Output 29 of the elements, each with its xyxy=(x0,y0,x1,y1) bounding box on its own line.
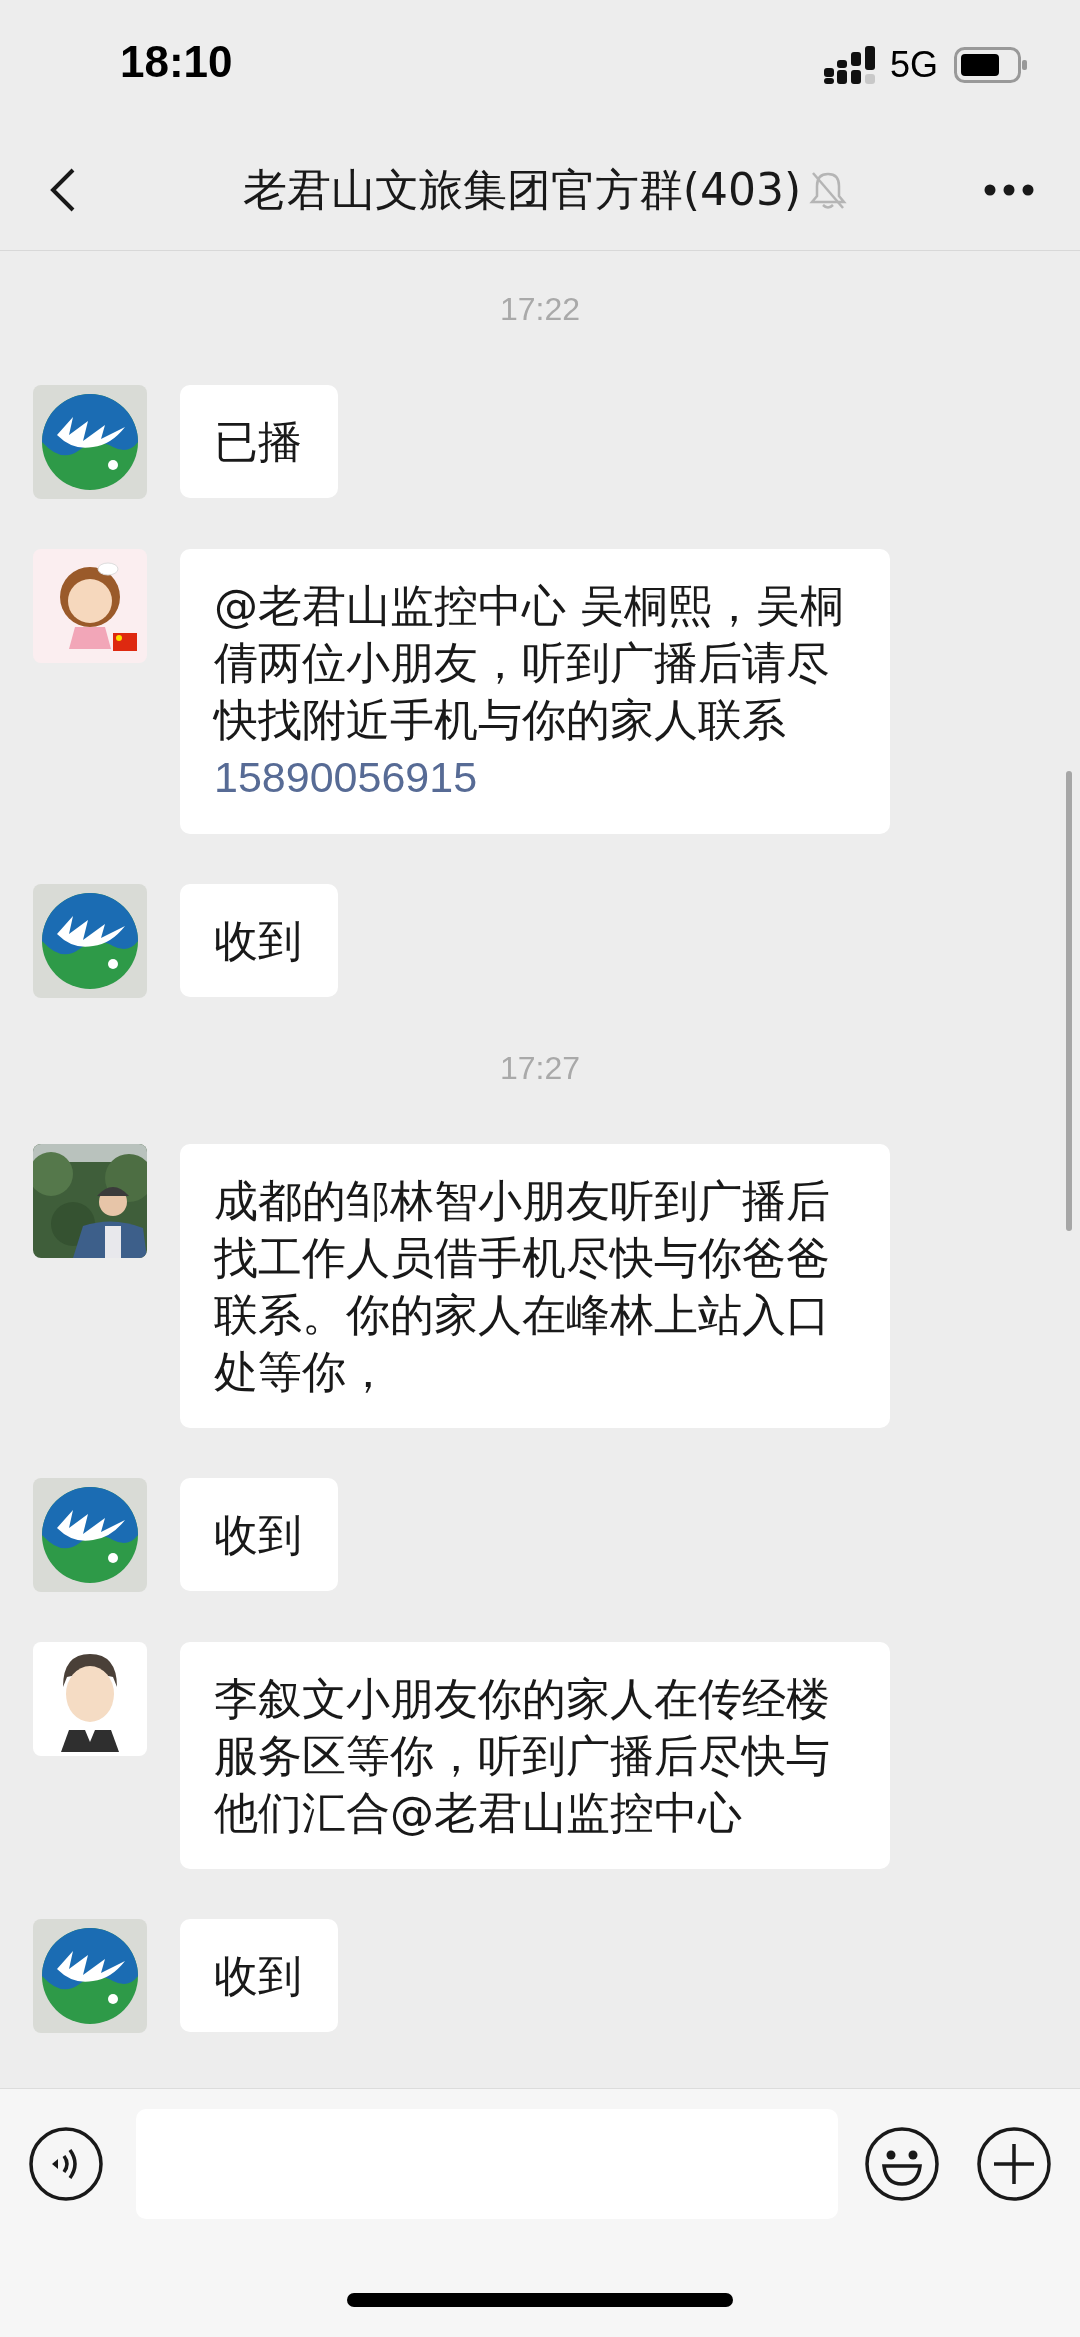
back-icon xyxy=(50,167,76,213)
more-icon xyxy=(984,184,1034,196)
battery-icon xyxy=(954,47,1028,83)
logo-icon xyxy=(33,1919,147,2033)
plus-icon xyxy=(976,2126,1052,2202)
voice-button[interactable] xyxy=(28,2126,104,2202)
logo-icon xyxy=(33,1478,147,1592)
timestamp: 17:27 xyxy=(499,1049,581,1088)
timestamp: 17:22 xyxy=(499,290,581,329)
message-bubble: 李叙文小朋友你的家人在传经楼服务区等你，听到广播后尽快与他们汇合@老君山监控中心 xyxy=(180,1642,890,1869)
message-bubble: 已播 xyxy=(180,385,338,498)
emoji-button[interactable] xyxy=(864,2126,940,2202)
logo-icon xyxy=(33,385,147,499)
message-bubble: @老君山监控中心 吴桐熙，吴桐倩两位小朋友，听到广播后请尽快找附近手机与你的家人联系 15890056915 xyxy=(180,549,890,834)
voice-icon xyxy=(28,2126,104,2202)
status-time: 18:10 xyxy=(120,37,233,87)
avatar-icon xyxy=(33,549,147,663)
phone-link[interactable]: 15890056915 xyxy=(214,753,478,801)
avatar-icon xyxy=(33,1642,147,1756)
emoji-icon xyxy=(864,2126,940,2202)
logo-icon xyxy=(33,884,147,998)
message-bubble: 收到 xyxy=(180,1478,338,1591)
message-bubble: 收到 xyxy=(180,1919,338,2032)
message-bubble: 成都的邹林智小朋友听到广播后找工作人员借手机尽快与你爸爸联系。你的家人在峰林上站入口处等你， xyxy=(180,1144,890,1428)
add-button[interactable] xyxy=(976,2126,1052,2202)
signal-icon xyxy=(823,46,876,84)
chat-title: 老君山文旅集团官方群(403) xyxy=(242,162,802,217)
network-label: 5G xyxy=(889,44,938,86)
message-bubble: 收到 xyxy=(180,884,338,997)
